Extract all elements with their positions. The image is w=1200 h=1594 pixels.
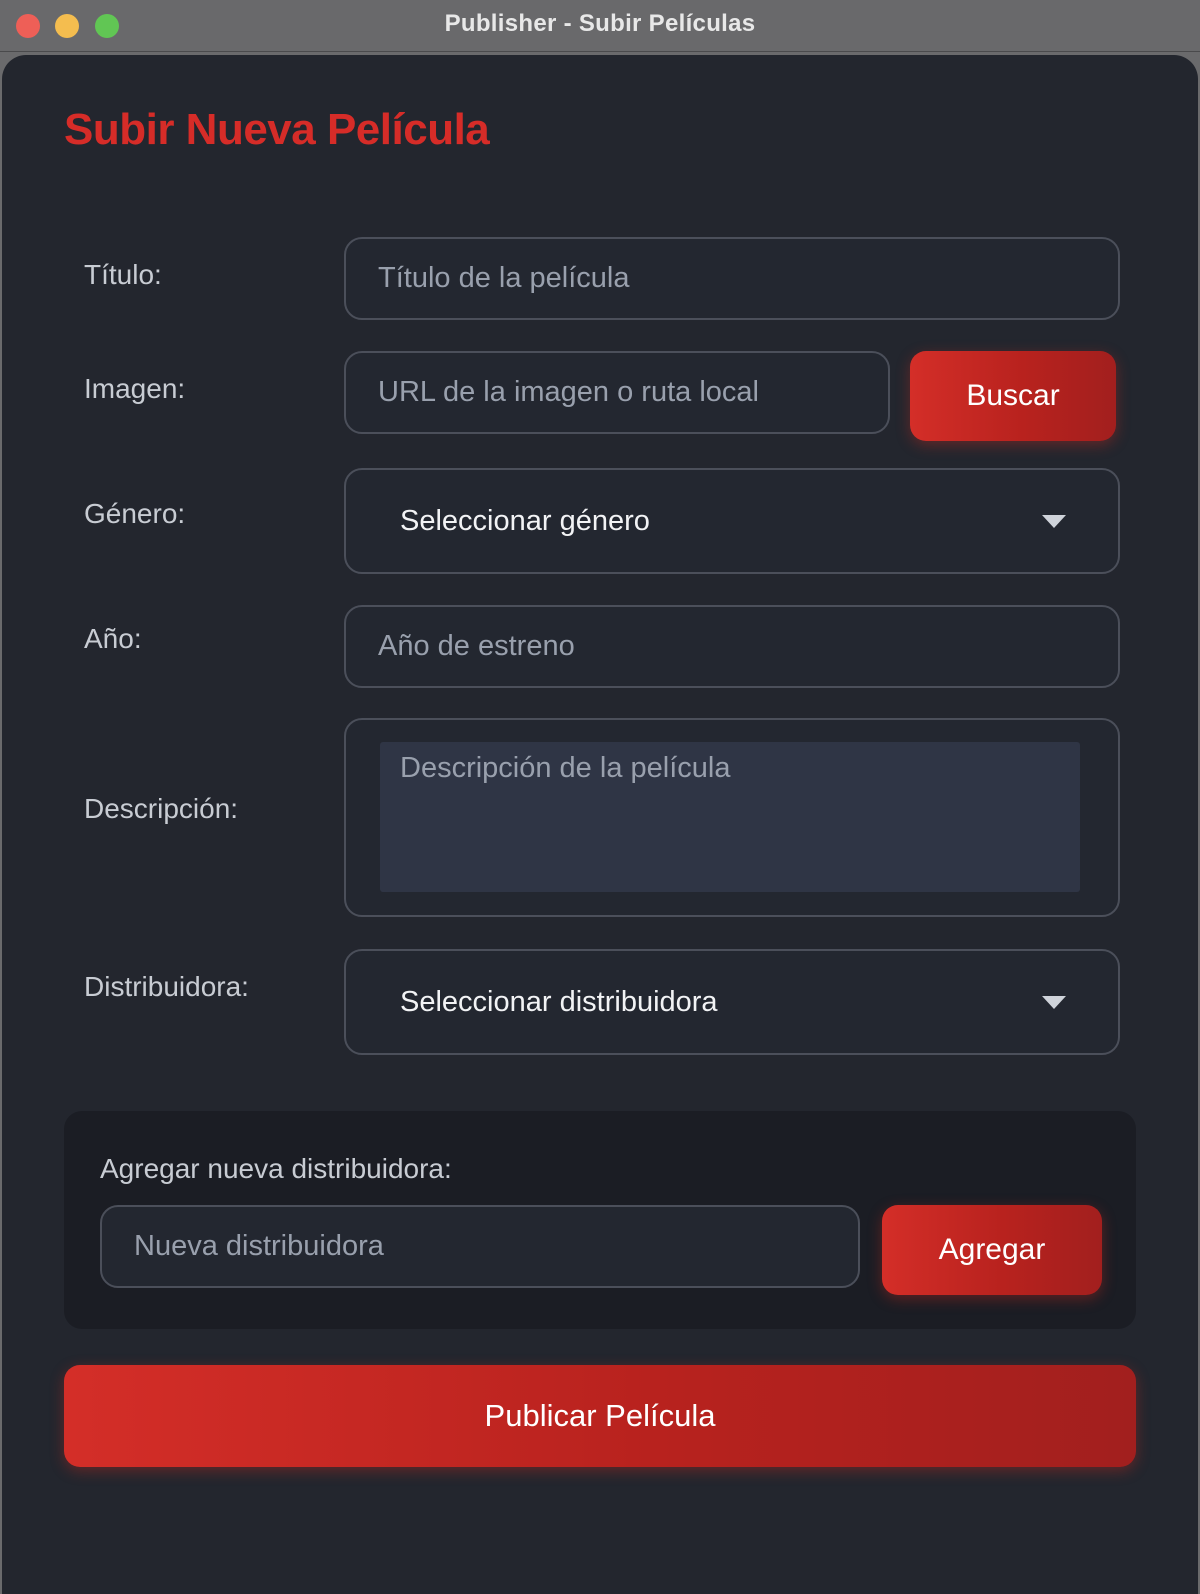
descripcion-field	[344, 718, 1120, 917]
main-window: Subir Nueva Película Título: Imagen: Bus…	[2, 55, 1198, 1594]
titulo-field	[344, 237, 1120, 320]
descripcion-textarea-wrapper	[380, 742, 1080, 892]
chevron-down-icon	[1042, 996, 1066, 1009]
descripcion-label: Descripción:	[84, 793, 239, 824]
distribuidora-selected-value: Seleccionar distribuidora	[400, 985, 718, 1018]
distribuidora-select[interactable]: Seleccionar distribuidora	[344, 949, 1120, 1055]
imagen-label: Imagen:	[84, 373, 186, 404]
titulo-label: Título:	[84, 259, 162, 290]
anio-field	[344, 605, 1120, 688]
agregar-button[interactable]: Agregar	[882, 1205, 1102, 1295]
chevron-down-icon	[1042, 515, 1066, 528]
anio-input[interactable]	[346, 607, 1118, 686]
genero-select[interactable]: Seleccionar género	[344, 468, 1120, 574]
new-distributor-input[interactable]	[102, 1207, 858, 1286]
descripcion-textarea[interactable]	[380, 742, 1080, 892]
page-title: Subir Nueva Película	[64, 105, 490, 154]
new-distributor-panel: Agregar nueva distribuidora: Agregar	[64, 1111, 1136, 1329]
buscar-button[interactable]: Buscar	[910, 351, 1116, 441]
publish-button[interactable]: Publicar Película	[64, 1365, 1136, 1467]
imagen-field	[344, 351, 890, 434]
window-titlebar: Publisher - Subir Películas	[0, 0, 1200, 52]
new-distributor-field	[100, 1205, 860, 1288]
window-title: Publisher - Subir Películas	[444, 10, 756, 37]
titulo-input[interactable]	[346, 239, 1118, 318]
distribuidora-label: Distribuidora:	[84, 971, 249, 1002]
anio-label: Año:	[84, 623, 142, 654]
imagen-input[interactable]	[346, 353, 888, 432]
new-distributor-label: Agregar nueva distribuidora:	[100, 1153, 452, 1184]
genero-label: Género:	[84, 498, 186, 529]
genero-selected-value: Seleccionar género	[400, 504, 650, 537]
